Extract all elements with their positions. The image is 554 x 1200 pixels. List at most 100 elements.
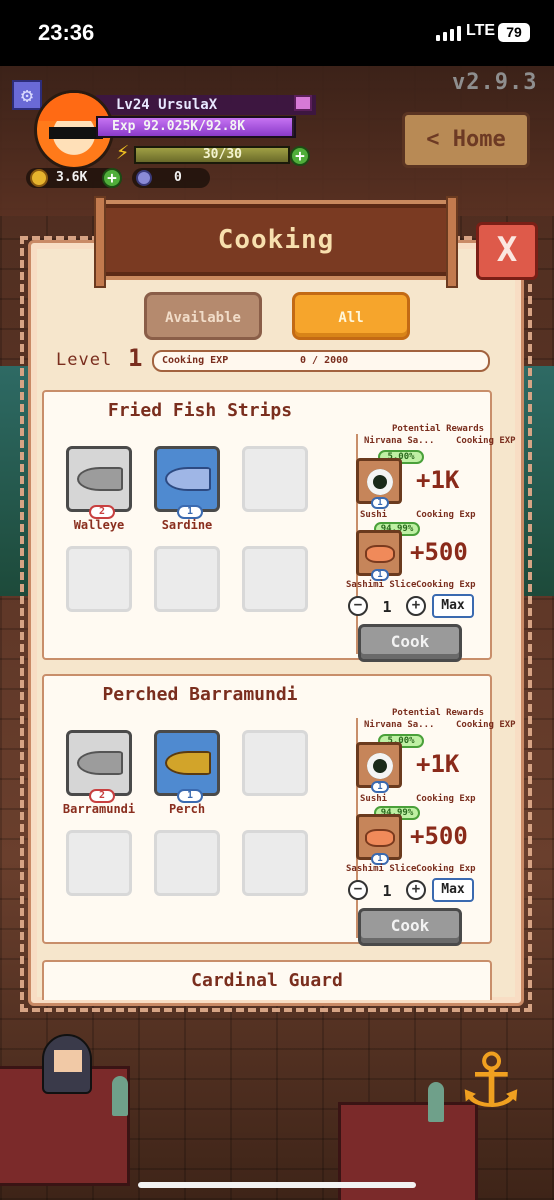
quantity-value: 1 [382,882,392,900]
reward-item-name: Sashimi Slice [346,580,417,590]
flower-vase [112,1076,128,1116]
empty-slot [154,830,220,896]
empty-slot [242,730,308,796]
battery-icon: 79 [498,23,530,42]
ingredient-slot[interactable]: 2 [66,730,132,803]
reward-exp-amount: +1K [416,466,460,494]
gem-icon [136,170,152,186]
empty-slot [242,446,308,512]
ingredient-qty: 2 [89,505,115,519]
quantity-stepper: − 1 + Max [348,878,488,902]
status-bar: 23:36 LTE 79 [0,0,554,66]
quantity-stepper: − 1 + Max [348,594,488,618]
modal-title: Cooking [217,225,335,255]
coin-amount: 3.6K [56,170,88,185]
clock: 23:36 [38,20,95,45]
empty-slot [154,546,220,612]
reward-exp-label: Cooking Exp [416,510,476,520]
decrease-button[interactable]: − [348,596,368,616]
coin-icon [30,169,48,187]
home-button[interactable]: < Home [402,112,530,168]
ingredient-slot[interactable]: 2 [66,446,132,519]
rewards-title: Potential Rewards [391,708,485,718]
recipe-card: Perched Barramundi 2 Barramundi 1 Perch … [42,674,516,946]
add-coins-plus-icon[interactable]: + [102,168,122,188]
quantity-value: 1 [382,598,392,616]
ingredient-qty: 1 [177,505,203,519]
sushi-icon: 1 [356,458,402,509]
empty-slot [66,546,132,612]
reward-exp-amount: +500 [410,538,468,566]
mail-icon[interactable] [294,95,312,111]
ingredient-name: Perch [168,802,206,816]
perch-icon [165,751,211,775]
ingredient-qty: 2 [89,789,115,803]
player-name: Lv24 UrsulaX [96,95,316,115]
reward-exp-amount: +500 [410,822,468,850]
exp-text: Exp 92.025K/92.8K [112,119,246,134]
exp-bar: Exp 92.025K/92.8K [96,116,296,138]
customer-character [42,1034,92,1094]
walleye-icon [77,467,123,491]
aquarium-right [524,366,554,596]
cook-button[interactable]: Cook [358,624,462,662]
recipe-card: Cardinal Guard [42,960,492,1000]
recipe-name: Fried Fish Strips [107,400,293,421]
cooking-exp-label: Cooking EXP [162,355,229,366]
ingredient-qty: 1 [177,789,203,803]
reward-count: 1 [371,781,389,793]
signal-icon [436,26,461,41]
tab-available[interactable]: Available [144,292,262,340]
reward-exp-amount: +1K [416,750,460,778]
reward-item-name: Sushi [360,794,388,804]
cook-button[interactable]: Cook [358,908,462,946]
reward-exp-label: Cooking Exp [416,580,476,590]
ingredient-name: Barramundi [62,802,136,816]
empty-slot [242,546,308,612]
home-indicator [138,1182,416,1188]
sashimi-icon: 1 [356,530,402,581]
level-value: 1 [128,344,143,372]
reward-item-name: Sushi [360,510,388,520]
rewards-title: Potential Rewards [391,424,485,434]
empty-slot [242,830,308,896]
max-button[interactable]: Max [432,594,474,618]
network-label: LTE [466,22,496,39]
gem-counter: 0 [132,168,210,188]
rewards-col-exp: Cooking EXP [456,720,516,730]
ingredient-slot[interactable]: 1 [154,730,220,803]
sushi-icon: 1 [356,742,402,793]
barramundi-icon [77,751,123,775]
ingredient-name: Sardine [161,518,213,532]
recipe-name: Cardinal Guard [191,970,343,991]
increase-button[interactable]: + [406,880,426,900]
increase-button[interactable]: + [406,596,426,616]
close-button[interactable]: X [476,222,538,280]
rewards-col-exp: Cooking EXP [456,436,516,446]
sardine-icon [165,467,211,491]
tab-all[interactable]: All [292,292,410,340]
empty-slot [66,830,132,896]
gem-amount: 0 [174,170,182,185]
level-label: Level [56,350,113,370]
max-button[interactable]: Max [432,878,474,902]
reward-exp-label: Cooking Exp [416,794,476,804]
reward-count: 1 [371,497,389,509]
rewards-col-item: Nirvana Sa... [364,436,435,446]
energy-bar: 30/30 [134,146,290,164]
reward-exp-label: Cooking Exp [416,864,476,874]
rewards-col-item: Nirvana Sa... [364,720,435,730]
reward-item-name: Sashimi Slice [346,864,417,874]
ingredient-slot[interactable]: 1 [154,446,220,519]
cooking-exp-bar: Cooking EXP 0 / 2000 [152,350,490,372]
ingredient-name: Walleye [73,518,125,532]
cooking-exp-value: 0 / 2000 [300,355,349,366]
decrease-button[interactable]: − [348,880,368,900]
aquarium-left [0,366,30,596]
sashimi-icon: 1 [356,814,402,865]
flower-vase [428,1082,444,1122]
recipe-name: Perched Barramundi [102,684,298,705]
add-energy-plus-icon[interactable]: + [290,146,310,166]
energy-text: 30/30 [202,147,242,162]
anchor-icon[interactable]: ⚓ [456,1016,526,1136]
